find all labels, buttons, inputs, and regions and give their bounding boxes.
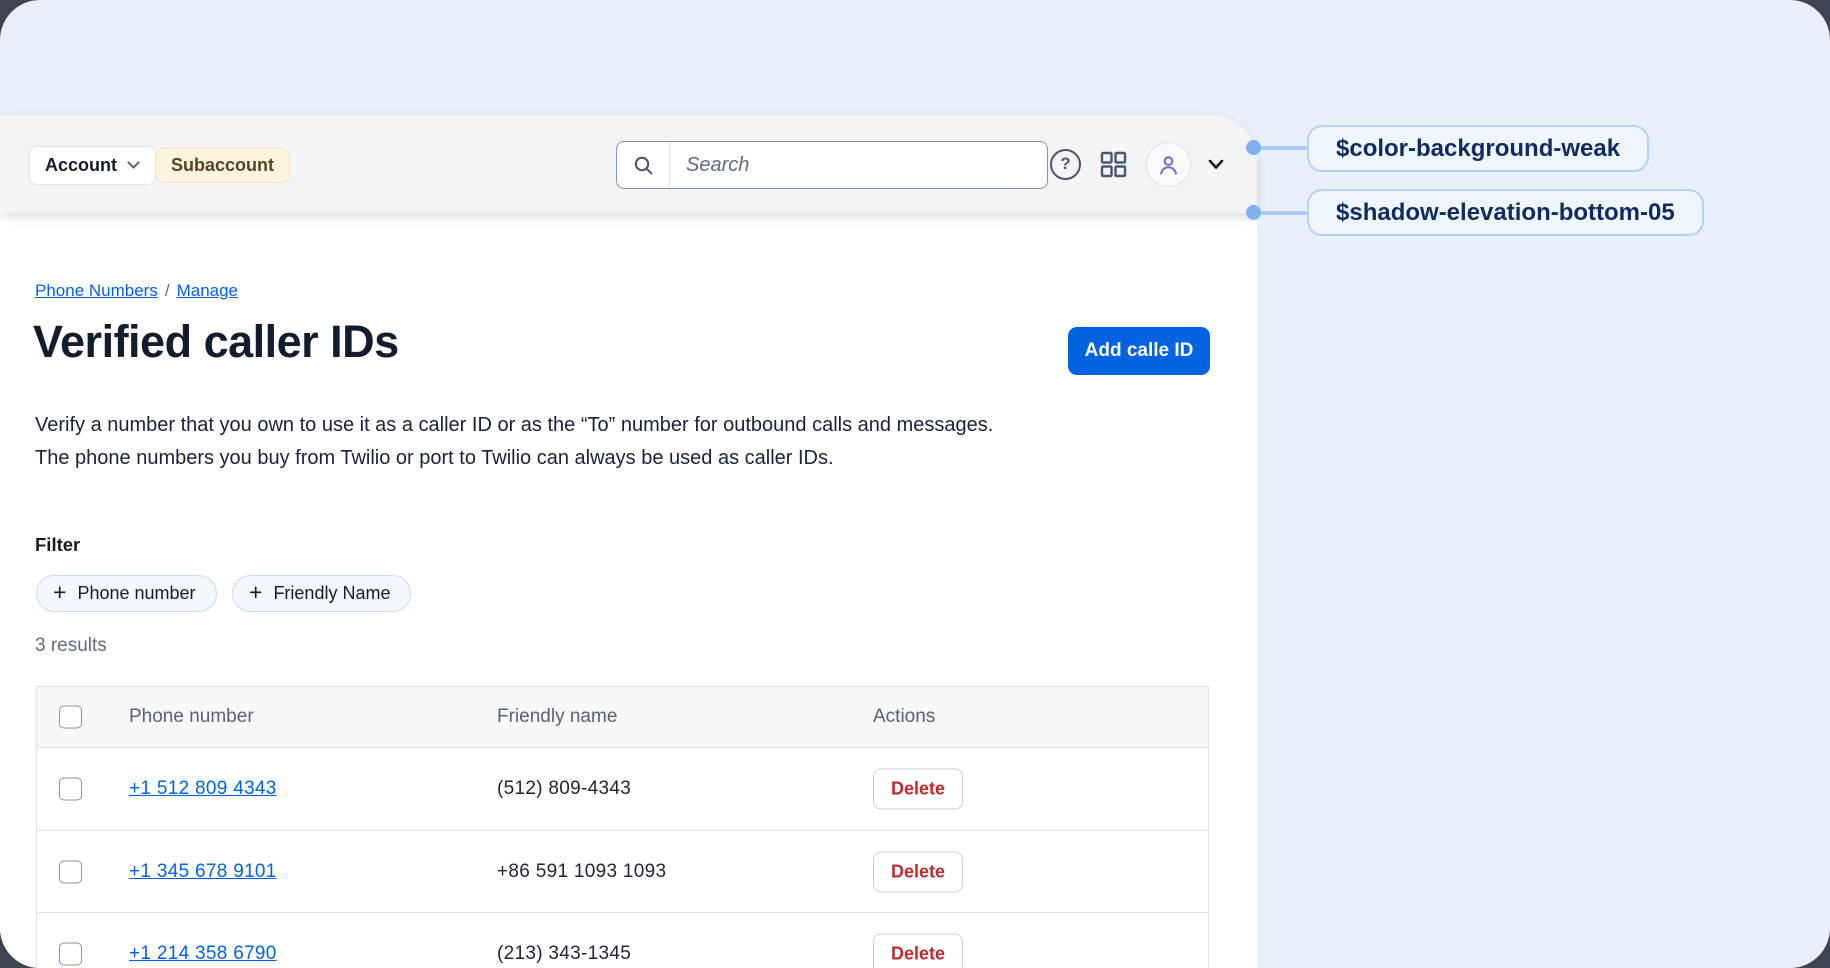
user-icon [1155,151,1182,178]
table-row: +1 214 358 6790 (213) 343-1345 Delete [37,912,1208,968]
search-input[interactable] [670,142,1047,188]
column-header-friendly-name: Friendly name [497,706,617,728]
page-description-line-2: The phone numbers you buy from Twilio or… [35,442,993,475]
delete-button[interactable]: Delete [873,769,963,810]
add-caller-id-button[interactable]: Add calle ID [1068,327,1210,375]
app-canvas: Account Subaccount ? [0,0,1830,968]
help-glyph: ? [1060,154,1070,174]
annotation-connector-line [1252,146,1314,150]
filter-pill-phone-number[interactable]: + Phone number [36,575,217,612]
page-description-line-1: Verify a number that you own to use it a… [35,409,993,442]
row-checkbox[interactable] [59,860,82,883]
user-menu-chevron-icon[interactable] [1208,159,1224,170]
row-checkbox[interactable] [59,942,82,965]
topbar-icon-group: ? [1050,115,1224,213]
annotation-label-shadow-elevation: $shadow-elevation-bottom-05 [1307,189,1704,236]
annotation-connector-line [1252,211,1314,215]
account-menu-button[interactable]: Account [29,146,156,185]
plus-icon: + [249,581,262,604]
page-title: Verified caller IDs [33,316,399,368]
results-count: 3 results [35,635,107,657]
search-box [616,141,1048,189]
filter-pill-label: Phone number [77,583,195,604]
verified-caller-ids-table: Phone number Friendly name Actions +1 51… [36,686,1209,968]
user-avatar[interactable] [1146,142,1191,187]
search-icon [617,142,670,188]
annotation-dot [1246,140,1261,155]
phone-number-link[interactable]: +1 512 809 4343 [129,778,277,800]
delete-button[interactable]: Delete [873,933,963,968]
account-menu-label: Account [45,155,117,176]
column-header-actions: Actions [873,706,935,728]
top-navigation-bar: Account Subaccount ? [0,115,1257,213]
breadcrumb-separator: / [165,281,170,300]
breadcrumb: Phone Numbers / Manage [35,281,238,301]
phone-number-link[interactable]: +1 345 678 9101 [129,861,277,883]
table-row: +1 345 678 9101 +86 591 1093 1093 Delete [37,830,1208,912]
column-header-phone-number: Phone number [129,706,254,728]
annotation-label-background-weak: $color-background-weak [1307,125,1649,172]
breadcrumb-link-manage[interactable]: Manage [177,281,238,300]
friendly-name-cell: +86 591 1093 1093 [497,861,666,883]
select-all-checkbox[interactable] [59,706,82,729]
annotation-dot [1246,205,1261,220]
delete-button[interactable]: Delete [873,851,963,892]
plus-icon: + [53,581,66,604]
page-description: Verify a number that you own to use it a… [35,409,993,475]
apps-grid-icon[interactable] [1098,149,1129,180]
filter-pill-label: Friendly Name [273,583,390,604]
row-checkbox[interactable] [59,778,82,801]
subaccount-badge: Subaccount [155,148,290,183]
friendly-name-cell: (213) 343-1345 [497,943,631,965]
phone-number-link[interactable]: +1 214 358 6790 [129,943,277,965]
table-row: +1 512 809 4343 (512) 809-4343 Delete [37,748,1208,830]
filter-pill-friendly-name[interactable]: + Friendly Name [232,575,411,612]
breadcrumb-link-phone-numbers[interactable]: Phone Numbers [35,281,158,300]
help-icon[interactable]: ? [1050,149,1081,180]
chevron-down-icon [127,161,140,170]
filter-label: Filter [35,534,80,556]
friendly-name-cell: (512) 809-4343 [497,778,631,800]
table-header-row: Phone number Friendly name Actions [37,687,1208,748]
